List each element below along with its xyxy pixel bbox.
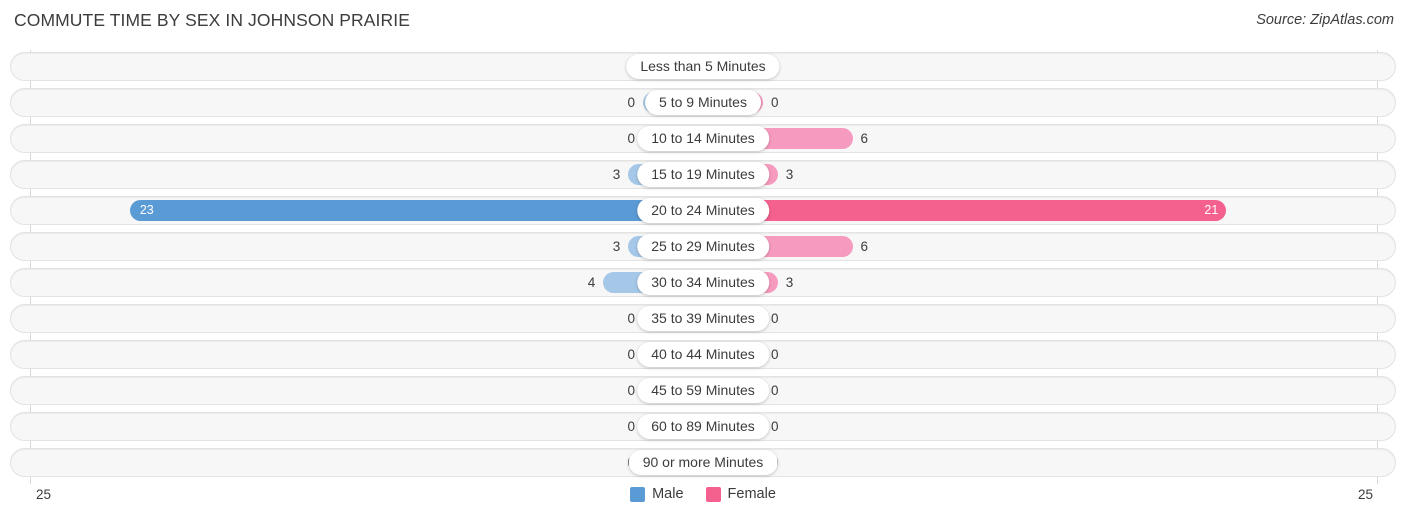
value-label-female: 6 bbox=[860, 131, 869, 146]
table-row[interactable]: 0 0 5 to 9 Minutes bbox=[10, 88, 1396, 117]
value-label-female: 0 bbox=[771, 448, 815, 477]
category-label[interactable]: 90 or more Minutes bbox=[628, 450, 778, 475]
category-label[interactable]: 10 to 14 Minutes bbox=[637, 126, 769, 151]
value-label-male: 0 bbox=[627, 419, 635, 434]
value-label-female: 3 bbox=[785, 275, 794, 290]
page-title: COMMUTE TIME BY SEX IN JOHNSON PRAIRIE bbox=[14, 10, 410, 30]
category-label[interactable]: 40 to 44 Minutes bbox=[637, 342, 769, 367]
bar-female[interactable] bbox=[703, 200, 1227, 221]
value-label-male: 3 bbox=[612, 167, 621, 182]
table-row[interactable]: 20Less than 5 Minutes bbox=[10, 52, 1396, 81]
table-row[interactable]: 0 0 45 to 59 Minutes bbox=[10, 376, 1396, 405]
value-label-female: 21 bbox=[1204, 203, 1219, 217]
category-label[interactable]: 35 to 39 Minutes bbox=[637, 306, 769, 331]
bar-male[interactable] bbox=[129, 200, 703, 221]
category-label[interactable]: 20 to 24 Minutes bbox=[637, 198, 769, 223]
value-label-female: 0 bbox=[771, 311, 779, 326]
value-label-male: 0 bbox=[627, 311, 635, 326]
legend-item-female[interactable]: Female bbox=[705, 486, 776, 502]
value-label-female: 0 bbox=[771, 419, 779, 434]
category-label[interactable]: 60 to 89 Minutes bbox=[637, 414, 769, 439]
value-label-female: 0 bbox=[771, 95, 779, 110]
value-label-male: 3 bbox=[612, 239, 621, 254]
table-row[interactable]: 23 21 20 to 24 Minutes bbox=[10, 196, 1396, 225]
legend-swatch-male-icon bbox=[630, 486, 646, 502]
legend-swatch-female-icon bbox=[705, 486, 721, 502]
plot-area: 20Less than 5 Minutes 0 0 5 to 9 Minutes 0 6 1… bbox=[0, 50, 1406, 484]
value-label-male: 0 bbox=[627, 383, 635, 398]
value-label-male: 0 bbox=[627, 347, 635, 362]
table-row[interactable]: 0 0 60 to 89 Minutes bbox=[10, 412, 1396, 441]
table-row[interactable]: 3 6 25 to 29 Minutes bbox=[10, 232, 1396, 261]
category-label[interactable]: Less than 5 Minutes bbox=[626, 54, 780, 79]
value-label-male: 0 bbox=[627, 131, 635, 146]
value-label-female: 0 bbox=[771, 383, 779, 398]
source-attribution: Source: ZipAtlas.com bbox=[1256, 12, 1394, 28]
value-label-female: 3 bbox=[785, 167, 794, 182]
table-row[interactable]: 0090 or more Minutes bbox=[10, 448, 1396, 477]
value-label-male: 23 bbox=[139, 203, 154, 217]
legend-item-male[interactable]: Male bbox=[630, 486, 684, 502]
table-row[interactable]: 0 0 40 to 44 Minutes bbox=[10, 340, 1396, 369]
category-label[interactable]: 30 to 34 Minutes bbox=[637, 270, 769, 295]
value-label-male: 4 bbox=[587, 275, 596, 290]
value-label-female: 0 bbox=[771, 347, 779, 362]
legend-label-male: Male bbox=[652, 486, 684, 502]
legend-label-female: Female bbox=[727, 486, 776, 502]
value-label-male: 0 bbox=[627, 95, 635, 110]
table-row[interactable]: 4 3 30 to 34 Minutes bbox=[10, 268, 1396, 297]
table-row[interactable]: 0 6 10 to 14 Minutes bbox=[10, 124, 1396, 153]
legend: Male Female bbox=[0, 486, 1406, 502]
category-label[interactable]: 5 to 9 Minutes bbox=[645, 90, 761, 115]
table-row[interactable]: 0 0 35 to 39 Minutes bbox=[10, 304, 1396, 333]
chart-container: COMMUTE TIME BY SEX IN JOHNSON PRAIRIE S… bbox=[0, 0, 1406, 522]
value-label-female: 6 bbox=[860, 239, 869, 254]
category-label[interactable]: 25 to 29 Minutes bbox=[637, 234, 769, 259]
category-label[interactable]: 45 to 59 Minutes bbox=[637, 378, 769, 403]
category-label[interactable]: 15 to 19 Minutes bbox=[637, 162, 769, 187]
table-row[interactable]: 3 3 15 to 19 Minutes bbox=[10, 160, 1396, 189]
